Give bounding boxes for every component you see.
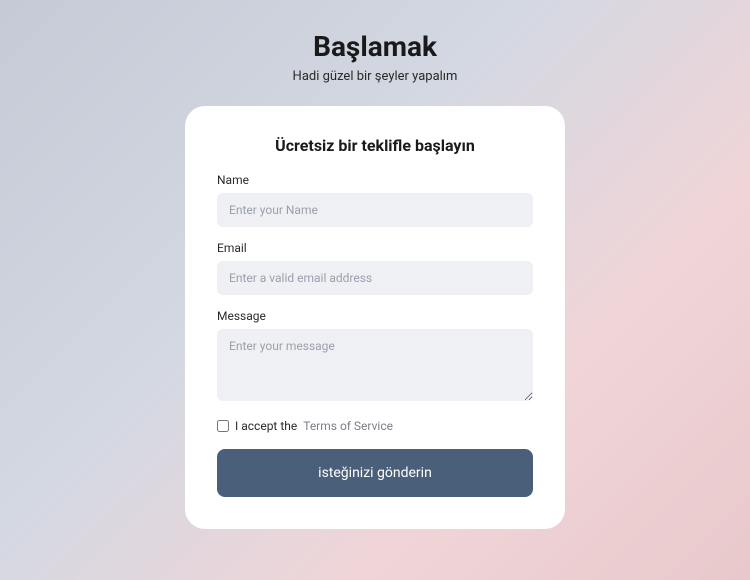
message-label: Message [217, 309, 533, 323]
name-input[interactable] [217, 193, 533, 227]
terms-link[interactable]: Terms of Service [303, 419, 393, 433]
form-title: Ücretsiz bir teklifle başlayın [217, 136, 533, 155]
name-label: Name [217, 173, 533, 187]
email-label: Email [217, 241, 533, 255]
terms-prefix: I accept the [235, 419, 297, 433]
terms-checkbox[interactable] [217, 420, 229, 432]
email-input[interactable] [217, 261, 533, 295]
page-subtitle: Hadi güzel bir şeyler yapalım [293, 69, 458, 84]
message-textarea[interactable] [217, 329, 533, 401]
terms-row: I accept the Terms of Service [217, 419, 533, 433]
submit-button[interactable]: isteğinizi gönderin [217, 449, 533, 497]
form-card: Ücretsiz bir teklifle başlayın Name Emai… [185, 106, 565, 529]
page-title: Başlamak [313, 30, 437, 63]
